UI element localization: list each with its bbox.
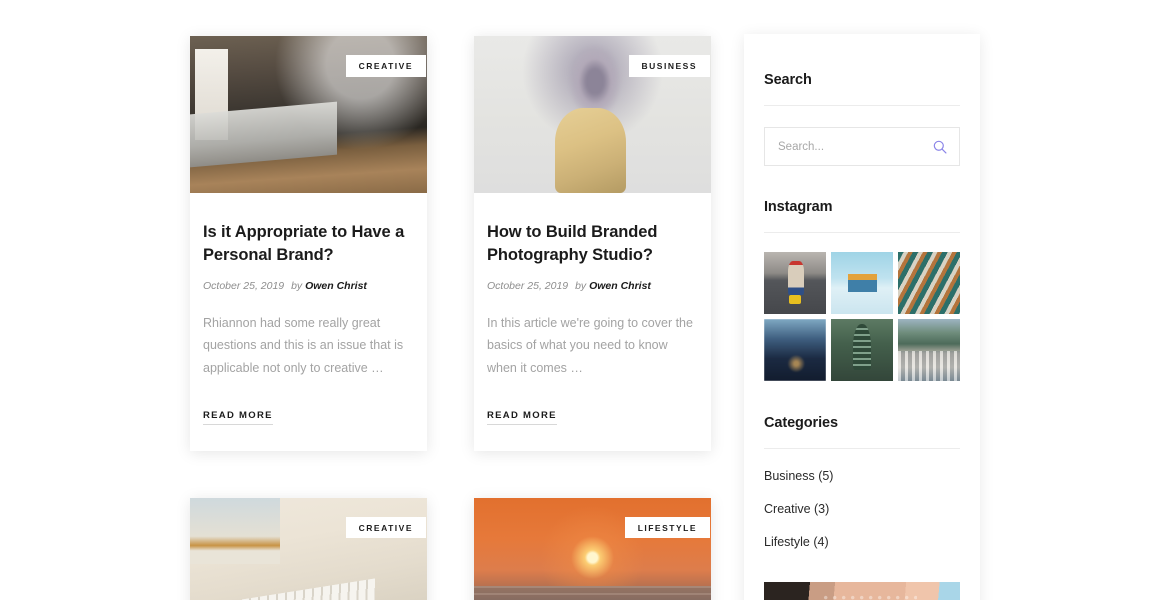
post-card[interactable]: CREATIVE Is it Appropriate to Have a Per…: [190, 36, 427, 451]
category-link-lifestyle[interactable]: Lifestyle (4): [764, 535, 829, 549]
about-photo: [764, 582, 960, 600]
post-thumbnail[interactable]: CREATIVE: [190, 36, 427, 193]
post-thumbnail[interactable]: CREATIVE: [190, 497, 427, 600]
post-card[interactable]: BUSINESS How to Build Branded Photograph…: [474, 36, 711, 451]
post-author[interactable]: Owen Christ: [305, 280, 367, 292]
post-card[interactable]: CREATIVE: [190, 497, 427, 600]
category-badge[interactable]: CREATIVE: [345, 55, 426, 77]
post-card[interactable]: LIFESTYLE: [474, 497, 711, 600]
post-date: October 25, 2019: [487, 280, 569, 293]
post-by-label: by: [575, 280, 587, 293]
category-list: Business (5) Creative (3) Lifestyle (4): [764, 467, 960, 551]
search-box[interactable]: [764, 127, 960, 166]
post-date: October 25, 2019: [203, 280, 285, 293]
post-thumbnail[interactable]: LIFESTYLE: [474, 497, 711, 600]
read-more-link[interactable]: READ MORE: [203, 410, 273, 425]
post-excerpt: Rhiannon had some really great questions…: [203, 316, 404, 375]
instagram-thumb[interactable]: [764, 252, 826, 314]
blog-page: CREATIVE Is it Appropriate to Have a Per…: [0, 0, 1170, 600]
post-author[interactable]: Owen Christ: [589, 280, 651, 292]
instagram-thumb[interactable]: [831, 252, 893, 314]
post-excerpt: In this article we're going to cover the…: [487, 316, 693, 375]
category-badge[interactable]: CREATIVE: [345, 516, 426, 539]
post-image-keyboard: [190, 497, 427, 600]
instagram-image-woman-crossing-street: [764, 252, 826, 314]
widget-instagram: Instagram: [764, 199, 960, 381]
instagram-image-city-and-mountains: [898, 319, 960, 381]
widget-title-search: Search: [764, 72, 960, 106]
instagram-image-blurred-night-lights: [764, 319, 826, 381]
instagram-thumb[interactable]: [764, 319, 826, 381]
category-link-business[interactable]: Business (5): [764, 469, 833, 483]
widget-search: Search: [764, 72, 960, 166]
read-more-link[interactable]: READ MORE: [487, 410, 557, 425]
category-badge[interactable]: BUSINESS: [628, 55, 710, 77]
instagram-image-pine-branch-in-hand: [831, 319, 893, 381]
sidebar: Search Instagram Categori: [744, 34, 980, 600]
widget-categories: Categories Business (5) Creative (3) Lif…: [764, 415, 960, 551]
post-thumbnail[interactable]: BUSINESS: [474, 36, 711, 193]
post-body: How to Build Branded Photography Studio?…: [474, 193, 711, 451]
instagram-thumb[interactable]: [898, 319, 960, 381]
instagram-grid: [764, 252, 960, 381]
post-meta: October 25, 2019 by Owen Christ: [487, 280, 698, 292]
post-meta: October 25, 2019 by Owen Christ: [203, 280, 414, 292]
post-image-sunset: [474, 497, 711, 600]
instagram-image-aerial-marketplace: [898, 252, 960, 314]
search-input[interactable]: [765, 128, 959, 165]
post-by-label: by: [291, 280, 303, 293]
instagram-thumb[interactable]: [831, 319, 893, 381]
post-body: Is it Appropriate to Have a Personal Bra…: [190, 193, 427, 451]
category-link-creative[interactable]: Creative (3): [764, 502, 829, 516]
instagram-image-yellow-house-on-water: [831, 252, 893, 314]
about-image-portrait: [764, 582, 960, 600]
post-grid: CREATIVE Is it Appropriate to Have a Per…: [190, 36, 711, 600]
widget-title-categories: Categories: [764, 415, 960, 449]
list-item[interactable]: Lifestyle (4): [764, 533, 960, 551]
list-item[interactable]: Creative (3): [764, 500, 960, 518]
widget-about-me: About Me: [764, 582, 960, 600]
instagram-thumb[interactable]: [898, 252, 960, 314]
list-item[interactable]: Business (5): [764, 467, 960, 485]
category-badge[interactable]: LIFESTYLE: [624, 516, 710, 539]
widget-title-instagram: Instagram: [764, 199, 960, 233]
post-title[interactable]: How to Build Branded Photography Studio?: [487, 221, 698, 266]
post-title[interactable]: Is it Appropriate to Have a Personal Bra…: [203, 221, 414, 266]
